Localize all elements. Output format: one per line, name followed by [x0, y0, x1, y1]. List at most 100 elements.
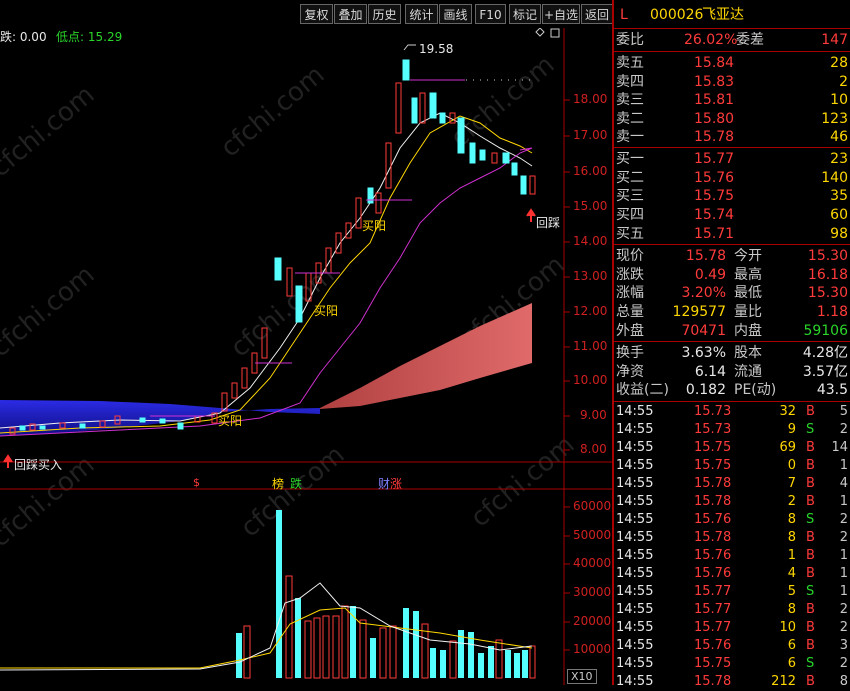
- stat-row[interactable]: 总量 129577 量比 1.18: [614, 303, 850, 321]
- toolbar-button-f10[interactable]: F10: [475, 4, 506, 24]
- ask-level-4[interactable]: 卖四 15.83 2: [614, 73, 850, 91]
- toolbar-button-mark[interactable]: 标记: [509, 4, 541, 24]
- info-drop: 跌: 0.00: [0, 30, 47, 44]
- event-mark-list[interactable]: 榜: [272, 475, 284, 492]
- tick-price: 15.75: [694, 656, 732, 671]
- tick-count: 8: [839, 674, 848, 689]
- stat2-label: PE(动): [734, 382, 777, 399]
- tick-price: 15.76: [694, 566, 732, 581]
- bid-level-2[interactable]: 买二 15.76 140: [614, 169, 850, 187]
- stat-label: 外盘: [616, 322, 644, 339]
- tick-volume: 7: [787, 476, 796, 491]
- tick-row[interactable]: 14:55 15.77 5 S 1: [614, 583, 850, 601]
- tick-price: 15.77: [694, 602, 732, 617]
- panel-l-label: L: [620, 7, 628, 23]
- toolbar-button-back[interactable]: 返回: [581, 4, 613, 24]
- stat2-row[interactable]: 换手 3.63% 股本 4.28亿: [614, 344, 850, 362]
- tick-row[interactable]: 14:55 15.77 10 B 2: [614, 619, 850, 637]
- volume-ma-yellow: [0, 607, 533, 669]
- stock-name: 飞亚达: [702, 7, 744, 23]
- tick-row[interactable]: 14:55 15.78 8 B 2: [614, 529, 850, 547]
- stock-code: 000026: [650, 7, 704, 23]
- tick-time: 14:55: [616, 494, 654, 509]
- tick-volume: 9: [787, 422, 796, 437]
- stat-row[interactable]: 外盘 70471 内盘 59106: [614, 322, 850, 340]
- tick-row[interactable]: 14:55 15.77 8 B 2: [614, 601, 850, 619]
- stat-row[interactable]: 涨幅 3.20% 最低 15.30: [614, 284, 850, 302]
- bid-level-1[interactable]: 买一 15.77 23: [614, 150, 850, 168]
- ask-level-3[interactable]: 卖三 15.81 10: [614, 91, 850, 109]
- tick-row[interactable]: 14:55 15.76 6 B 3: [614, 637, 850, 655]
- event-mark-finance[interactable]: 财: [378, 475, 390, 492]
- tick-row[interactable]: 14:55 15.78 212 B 8: [614, 673, 850, 691]
- tick-row[interactable]: 14:55 15.76 8 S 2: [614, 511, 850, 529]
- tick-count: 14: [831, 440, 848, 455]
- bid-level-4[interactable]: 买四 15.74 60: [614, 206, 850, 224]
- stat2-row[interactable]: 净资 6.14 流通 3.57亿: [614, 363, 850, 381]
- tick-row[interactable]: 14:55 15.76 4 B 1: [614, 565, 850, 583]
- event-mark-down[interactable]: 跌: [290, 475, 302, 492]
- toolbar-button-overlay[interactable]: 叠加: [334, 4, 367, 24]
- tick-price: 15.78: [694, 476, 732, 491]
- bid-label: 买二: [616, 169, 644, 186]
- tick-row[interactable]: 14:55 15.73 32 B 5: [614, 403, 850, 421]
- kline-chart[interactable]: cfchi.com cfchi.com cfchi.com cfchi.com …: [0, 28, 612, 685]
- bid-price: 15.71: [694, 225, 735, 242]
- tick-row[interactable]: 14:55 15.73 9 S 2: [614, 421, 850, 439]
- chart-toolbar: 复权 叠加 历史 统计 画线 F10 标记 +自选 返回: [0, 0, 613, 28]
- stat-value: 15.78: [685, 248, 726, 264]
- stat-value: 0.49: [694, 266, 726, 283]
- svg-text:cfchi.com: cfchi.com: [0, 80, 100, 183]
- ask-level-5[interactable]: 卖五 15.84 28: [614, 54, 850, 72]
- bid-price: 15.76: [694, 169, 735, 186]
- tick-time: 14:55: [616, 512, 654, 527]
- buy-arrow-icon: [3, 454, 13, 468]
- stat-label: 现价: [616, 248, 644, 264]
- stat-row[interactable]: 现价 15.78 今开 15.30: [614, 247, 850, 265]
- price-tick-1300: 13.00: [573, 269, 608, 283]
- toolbar-button-statistics[interactable]: 统计: [405, 4, 438, 24]
- tick-row[interactable]: 14:55 15.76 1 B 1: [614, 547, 850, 565]
- price-tick-900: 9.00: [580, 408, 607, 422]
- stat2-label: 股本: [734, 345, 762, 361]
- tick-row[interactable]: 14:55 15.75 6 S 2: [614, 655, 850, 673]
- stat2-row[interactable]: 收益(二) 0.182 PE(动) 43.5: [614, 381, 850, 399]
- info-low: 低点: 15.29: [56, 30, 123, 44]
- ask-price: 15.78: [694, 129, 735, 145]
- toolbar-button-draw-line[interactable]: 画线: [439, 4, 472, 24]
- ask-level-1[interactable]: 卖一 15.78 46: [614, 128, 850, 146]
- event-mark-dollar[interactable]: $: [193, 476, 200, 489]
- kline-chart-area[interactable]: cfchi.com cfchi.com cfchi.com cfchi.com …: [0, 28, 612, 685]
- signal-pullback: 回踩: [536, 216, 561, 230]
- tick-volume: 10: [779, 620, 796, 635]
- ask-volume: 10: [830, 92, 848, 108]
- stat2-value: 4.28亿: [802, 345, 848, 361]
- diamond-icon[interactable]: [535, 28, 545, 37]
- tick-row[interactable]: 14:55 15.75 69 B 14: [614, 439, 850, 457]
- stat-row[interactable]: 涨跌 0.49 最高 16.18: [614, 266, 850, 284]
- price-tick-800: 8.00: [580, 442, 607, 456]
- tick-row[interactable]: 14:55 15.75 0 B 1: [614, 457, 850, 475]
- tick-count: 1: [839, 566, 848, 581]
- square-icon[interactable]: [550, 28, 560, 38]
- stat-label: 内盘: [734, 322, 762, 339]
- tick-side: B: [806, 602, 815, 617]
- tick-row[interactable]: 14:55 15.78 2 B 1: [614, 493, 850, 511]
- bid-level-5[interactable]: 买五 15.71 98: [614, 225, 850, 243]
- tick-count: 2: [839, 512, 848, 527]
- ask-level-2[interactable]: 卖二 15.80 123: [614, 110, 850, 128]
- toolbar-button-restore-rights[interactable]: 复权: [300, 4, 333, 24]
- bid-level-3[interactable]: 买三 15.75 35: [614, 187, 850, 205]
- ask-price: 15.84: [694, 55, 735, 71]
- ask-label: 卖二: [616, 110, 644, 127]
- volume-tick-10000: 10000: [573, 642, 612, 656]
- volume-tick-40000: 40000: [573, 556, 612, 570]
- price-tick-1500: 15.00: [573, 199, 608, 213]
- event-mark-up[interactable]: 涨: [390, 475, 402, 492]
- toolbar-button-history[interactable]: 历史: [368, 4, 401, 24]
- tick-count: 5: [839, 404, 848, 419]
- tick-count: 2: [839, 530, 848, 545]
- volume-unit[interactable]: X10: [567, 669, 597, 684]
- tick-row[interactable]: 14:55 15.78 7 B 4: [614, 475, 850, 493]
- toolbar-button-add-favorite[interactable]: +自选: [542, 4, 580, 24]
